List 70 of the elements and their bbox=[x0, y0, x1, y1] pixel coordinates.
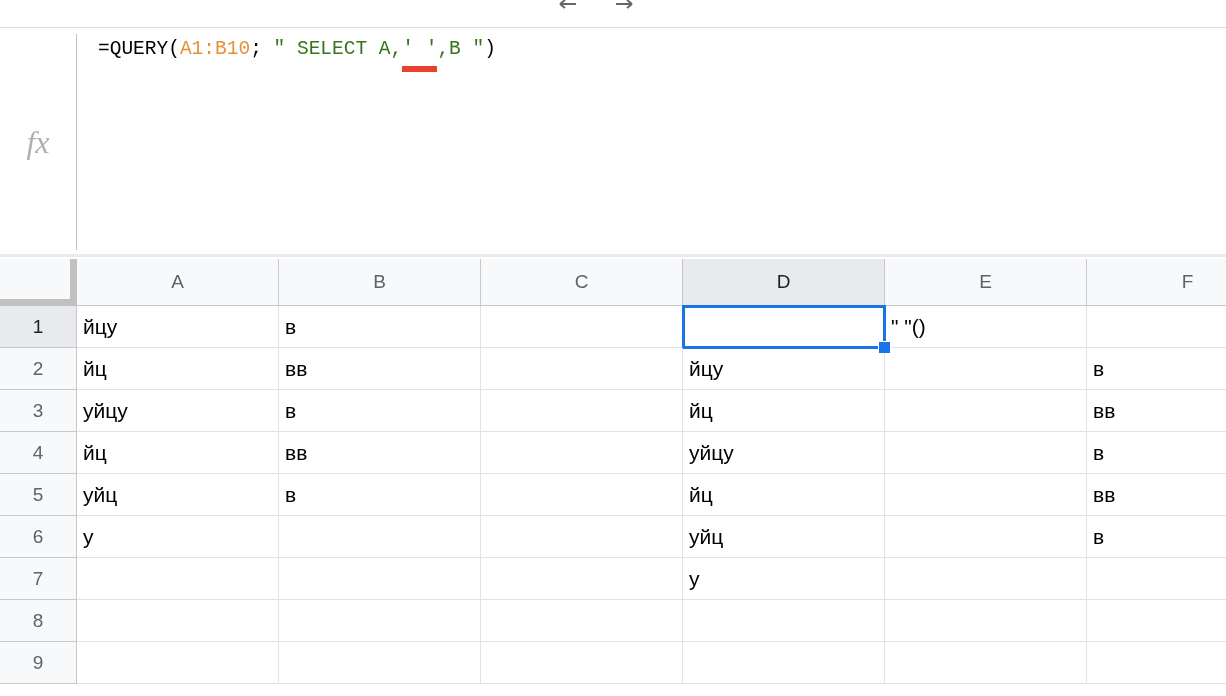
table-cell[interactable] bbox=[279, 642, 481, 684]
fill-handle[interactable] bbox=[878, 341, 891, 354]
table-cell[interactable] bbox=[279, 600, 481, 642]
table-cell[interactable] bbox=[77, 600, 279, 642]
table-cell[interactable] bbox=[885, 642, 1087, 684]
table-cell[interactable]: йц bbox=[77, 348, 279, 390]
table-cell[interactable]: " "() bbox=[885, 306, 1087, 348]
table-cell[interactable] bbox=[885, 600, 1087, 642]
table-cell[interactable]: у bbox=[683, 558, 885, 600]
table-cell[interactable]: в bbox=[1087, 516, 1226, 558]
column-header[interactable]: C bbox=[481, 259, 683, 306]
table-cell[interactable]: в bbox=[1087, 348, 1226, 390]
fx-label: fx bbox=[26, 123, 50, 161]
column-header[interactable]: B bbox=[279, 259, 481, 306]
table-cell[interactable]: вв bbox=[1087, 474, 1226, 516]
table-cell[interactable] bbox=[885, 516, 1087, 558]
table-cell[interactable]: йц bbox=[683, 390, 885, 432]
table-cell[interactable] bbox=[481, 474, 683, 516]
table-cell[interactable] bbox=[885, 390, 1087, 432]
table-cell[interactable] bbox=[279, 558, 481, 600]
table-cell[interactable]: йц bbox=[77, 432, 279, 474]
formula-input[interactable]: =QUERY(A1:B10; " SELECT A,' ',B ") bbox=[77, 28, 496, 76]
table-cell[interactable] bbox=[481, 390, 683, 432]
select-all-corner[interactable] bbox=[0, 259, 77, 306]
redo-arrow-icon[interactable] bbox=[614, 0, 634, 10]
table-cell[interactable]: вв bbox=[1087, 390, 1226, 432]
column-header[interactable]: D bbox=[683, 259, 885, 306]
table-cell[interactable]: уйц bbox=[77, 474, 279, 516]
table-cell[interactable]: в bbox=[279, 306, 481, 348]
undo-arrow-icon[interactable] bbox=[558, 0, 578, 10]
table-cell[interactable] bbox=[77, 558, 279, 600]
table-cell[interactable] bbox=[77, 642, 279, 684]
table-cell[interactable]: йцу bbox=[77, 306, 279, 348]
table-cell[interactable] bbox=[481, 558, 683, 600]
column-header[interactable]: F bbox=[1087, 259, 1226, 306]
row-header[interactable]: 4 bbox=[0, 432, 77, 474]
table-cell[interactable] bbox=[481, 432, 683, 474]
row-header[interactable]: 3 bbox=[0, 390, 77, 432]
table-cell[interactable]: вв bbox=[279, 348, 481, 390]
table-cell[interactable]: в bbox=[279, 474, 481, 516]
table-cell[interactable]: в bbox=[1087, 432, 1226, 474]
column-header[interactable]: E bbox=[885, 259, 1087, 306]
table-cell[interactable] bbox=[683, 642, 885, 684]
table-cell[interactable] bbox=[683, 306, 885, 348]
table-cell[interactable]: йцу bbox=[683, 348, 885, 390]
table-cell[interactable] bbox=[885, 348, 1087, 390]
table-cell[interactable] bbox=[481, 642, 683, 684]
row-header[interactable]: 8 bbox=[0, 600, 77, 642]
row-header[interactable]: 6 bbox=[0, 516, 77, 558]
table-cell[interactable] bbox=[481, 600, 683, 642]
table-cell[interactable] bbox=[885, 474, 1087, 516]
table-cell[interactable] bbox=[683, 600, 885, 642]
column-header[interactable]: A bbox=[77, 259, 279, 306]
row-header[interactable]: 7 bbox=[0, 558, 77, 600]
table-cell[interactable]: вв bbox=[279, 432, 481, 474]
row-header[interactable]: 2 bbox=[0, 348, 77, 390]
table-cell[interactable]: в bbox=[279, 390, 481, 432]
table-cell[interactable] bbox=[885, 558, 1087, 600]
row-header[interactable]: 5 bbox=[0, 474, 77, 516]
table-cell[interactable]: уйц bbox=[683, 516, 885, 558]
table-cell[interactable]: йц bbox=[683, 474, 885, 516]
row-header[interactable]: 9 bbox=[0, 642, 77, 684]
table-cell[interactable]: у bbox=[77, 516, 279, 558]
table-cell[interactable] bbox=[481, 516, 683, 558]
table-cell[interactable] bbox=[481, 348, 683, 390]
table-cell[interactable] bbox=[279, 516, 481, 558]
table-cell[interactable] bbox=[885, 432, 1087, 474]
table-cell[interactable]: уйцу bbox=[683, 432, 885, 474]
row-header[interactable]: 1 bbox=[0, 306, 77, 348]
table-cell[interactable]: уйцу bbox=[77, 390, 279, 432]
